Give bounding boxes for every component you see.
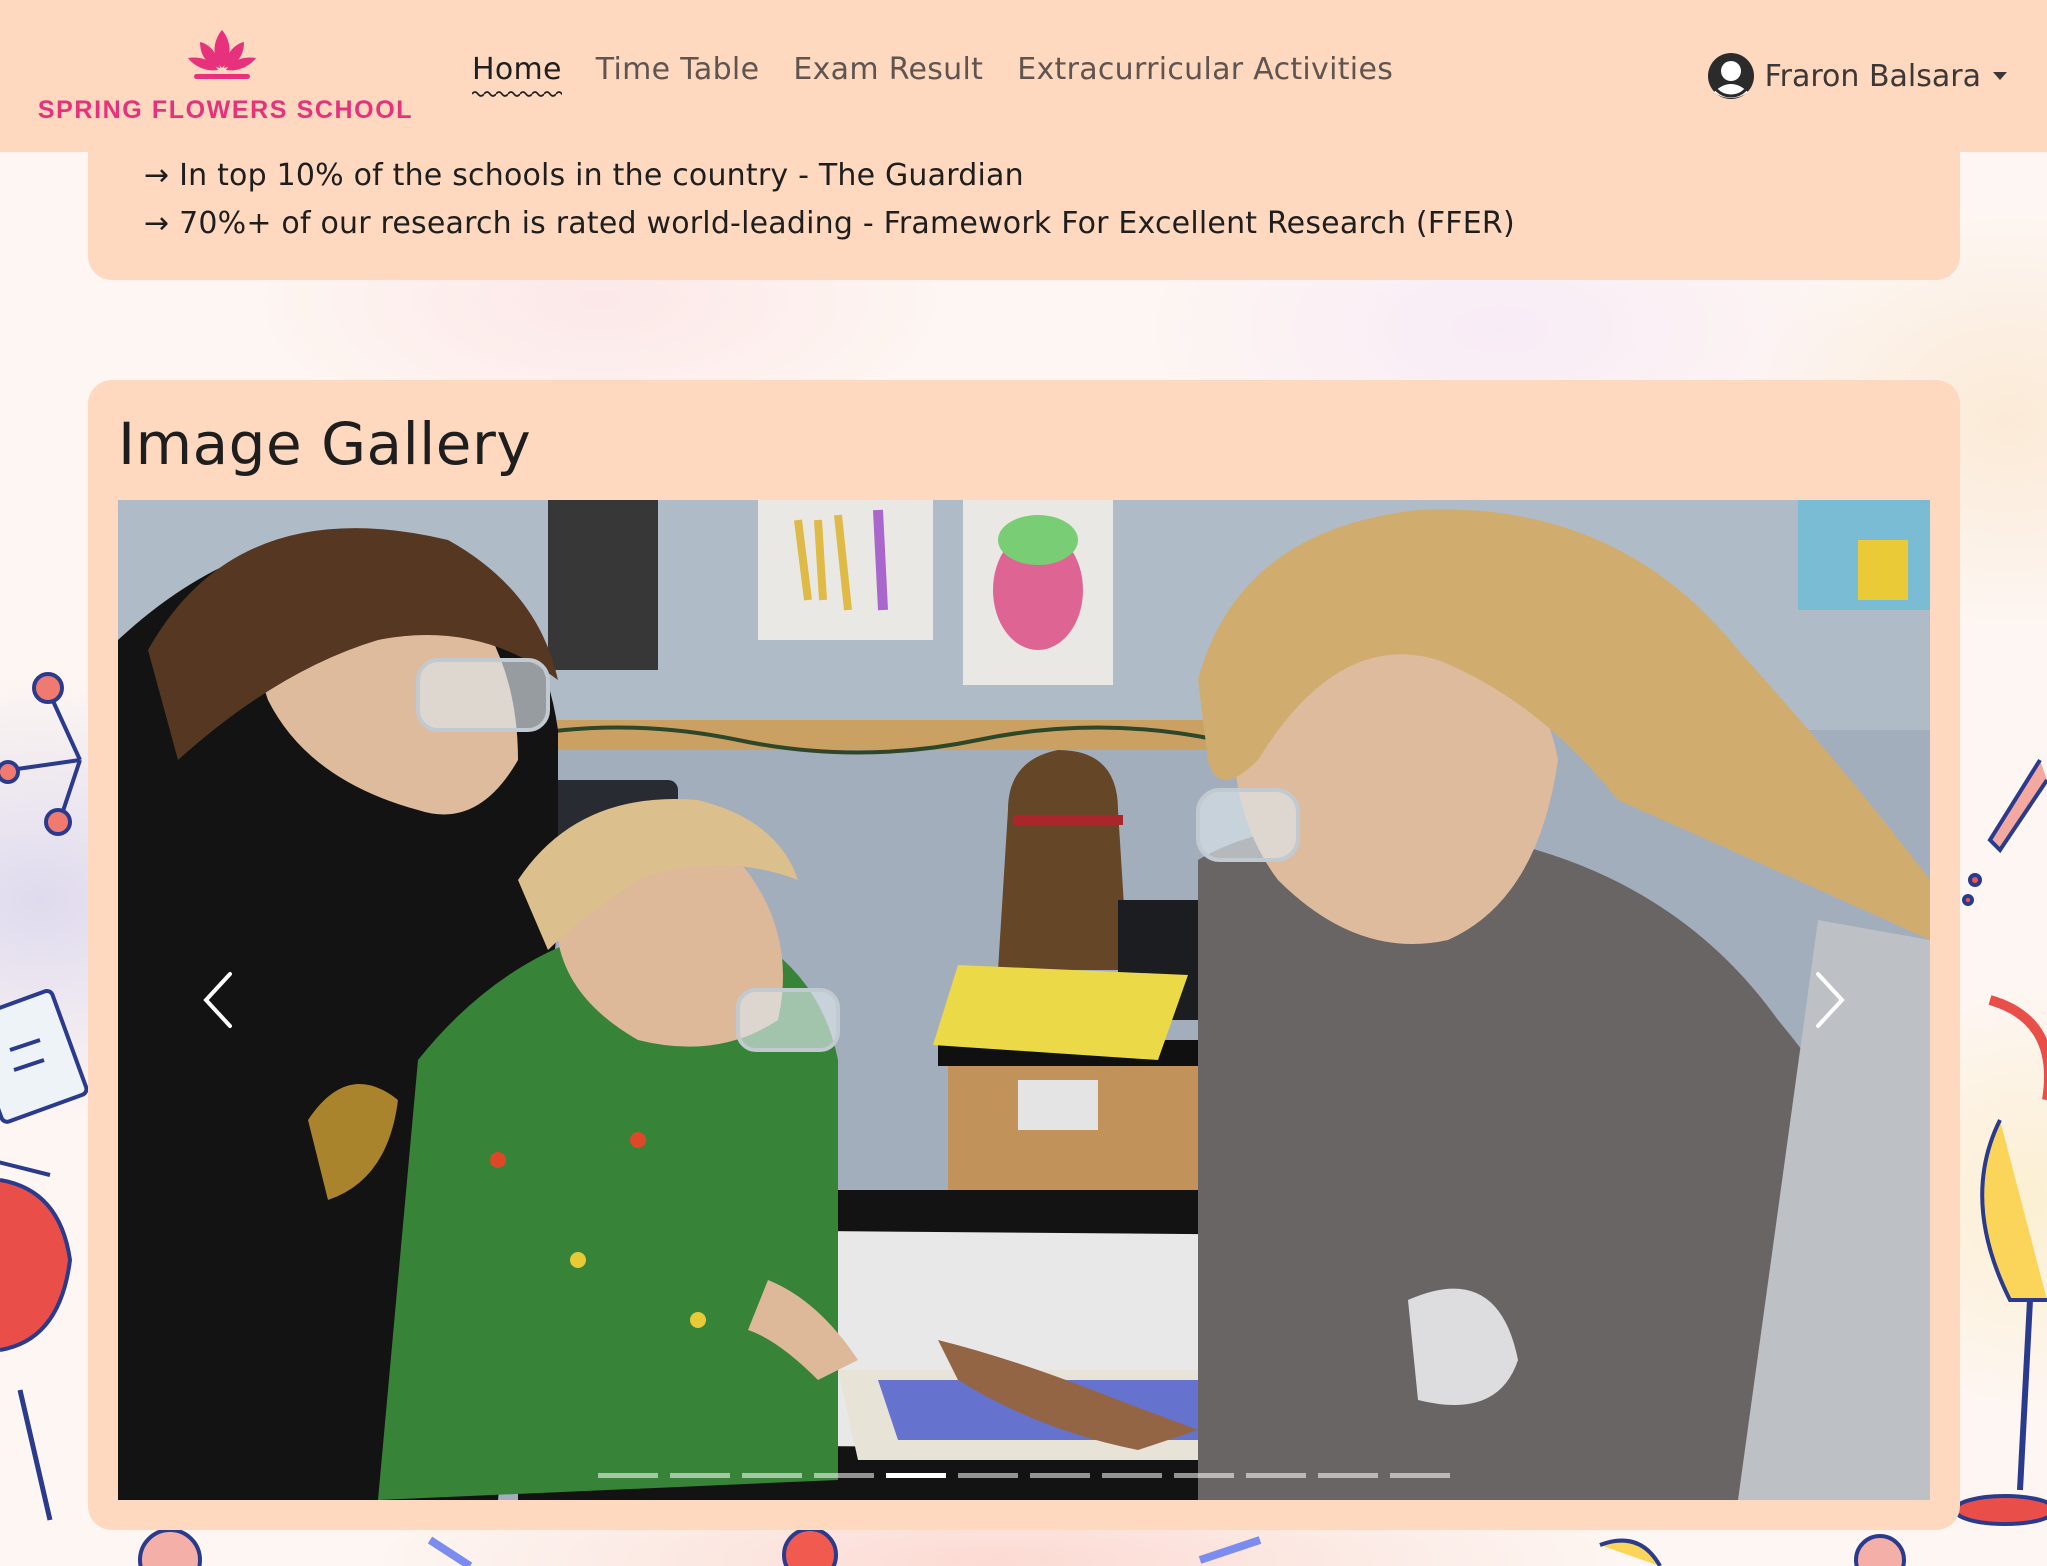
carousel-indicators [118,1473,1930,1478]
gallery-title: Image Gallery [118,410,532,478]
achievement-item: → In top 10% of the schools in the count… [144,158,1024,193]
lotus-icon [188,30,256,79]
carousel-indicator[interactable] [742,1473,802,1478]
chevron-left-icon [203,972,232,1028]
nav-home[interactable]: Home [472,52,562,97]
carousel-indicator[interactable] [598,1473,658,1478]
carousel-indicator[interactable] [1246,1473,1306,1478]
nav-links: Home Time Table Exam Result Extracurricu… [472,52,1393,97]
brand[interactable]: SPRING FLOWERS SCHOOL [26,26,421,130]
gallery-carousel[interactable] [118,500,1930,1500]
top-navbar: SPRING FLOWERS SCHOOL Home Time Table Ex… [0,0,2047,152]
brand-name: SPRING FLOWERS SCHOOL [37,96,414,124]
carousel-prev-button[interactable] [158,920,278,1080]
carousel-next-button[interactable] [1770,920,1890,1080]
chevron-down-icon [1993,72,2007,80]
gallery-slide-image [118,500,1930,1500]
carousel-indicator[interactable] [1318,1473,1378,1478]
carousel-indicator[interactable] [814,1473,874,1478]
image-gallery-card: Image Gallery [88,380,1960,1530]
achievement-item: → 70%+ of our research is rated world-le… [144,206,1515,241]
carousel-indicator[interactable] [1030,1473,1090,1478]
user-name: Fraron Balsara [1764,58,1981,94]
nav-time-table[interactable]: Time Table [596,52,760,87]
carousel-indicator[interactable] [1390,1473,1450,1478]
carousel-indicator[interactable] [1174,1473,1234,1478]
carousel-indicator[interactable] [958,1473,1018,1478]
nav-exam-result[interactable]: Exam Result [793,52,983,87]
carousel-indicator[interactable] [886,1473,946,1478]
user-menu[interactable]: Fraron Balsara [1707,52,2007,100]
user-avatar-icon [1707,53,1754,99]
carousel-indicator[interactable] [670,1473,730,1478]
nav-extracurricular-activities[interactable]: Extracurricular Activities [1017,52,1393,87]
chevron-right-icon [1816,972,1845,1028]
achievements-list: → In top 10% of the schools in the count… [144,152,1515,248]
carousel-indicator[interactable] [1102,1473,1162,1478]
